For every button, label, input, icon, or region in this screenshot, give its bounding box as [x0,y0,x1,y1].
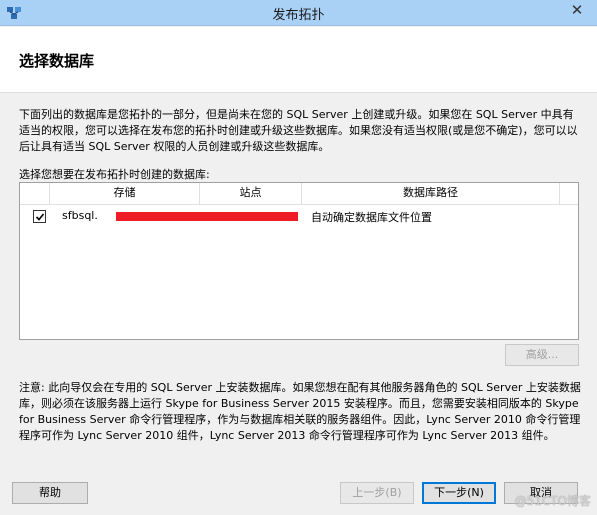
title-bar: 发布拓扑 ✕ [0,0,597,26]
help-button[interactable]: 帮助 [12,482,88,504]
window-title: 发布拓扑 [272,8,325,23]
database-list[interactable]: 存储 站点 数据库路径 sfbsql. 自动确定数据库文件位置 [19,182,579,340]
list-header: 存储 站点 数据库路径 [20,183,578,205]
column-header-site[interactable]: 站点 [200,183,302,204]
row-path: 自动确定数据库文件位置 [311,211,432,224]
close-button[interactable]: ✕ [561,0,593,20]
watermark-text: @51CTO博客 [514,494,591,508]
column-header-path[interactable]: 数据库路径 [302,183,560,204]
page-title: 选择数据库 [19,52,95,70]
database-list-label: 选择您想要在发布拓扑时创建的数据库: [19,168,210,181]
note-text: 注意: 此向导仅会在专用的 SQL Server 上安装数据库。如果您想在配有其… [19,381,581,442]
redaction-bar [116,212,298,221]
advanced-button[interactable]: 高级... [505,344,579,366]
next-button[interactable]: 下一步(N) [422,482,496,504]
wizard-header: 选择数据库 [0,27,597,93]
column-header-check[interactable] [20,183,50,204]
back-button[interactable]: 上一步(B) [340,482,414,504]
table-row[interactable]: sfbsql. 自动确定数据库文件位置 [20,205,578,227]
column-header-store[interactable]: 存储 [50,183,200,204]
description-text: 下面列出的数据库是您拓扑的一部分，但是尚未在您的 SQL Server 上创建或… [19,108,578,153]
row-store: sfbsql. [62,209,98,222]
row-checkbox[interactable] [33,210,46,223]
checkmark-icon [35,213,45,221]
